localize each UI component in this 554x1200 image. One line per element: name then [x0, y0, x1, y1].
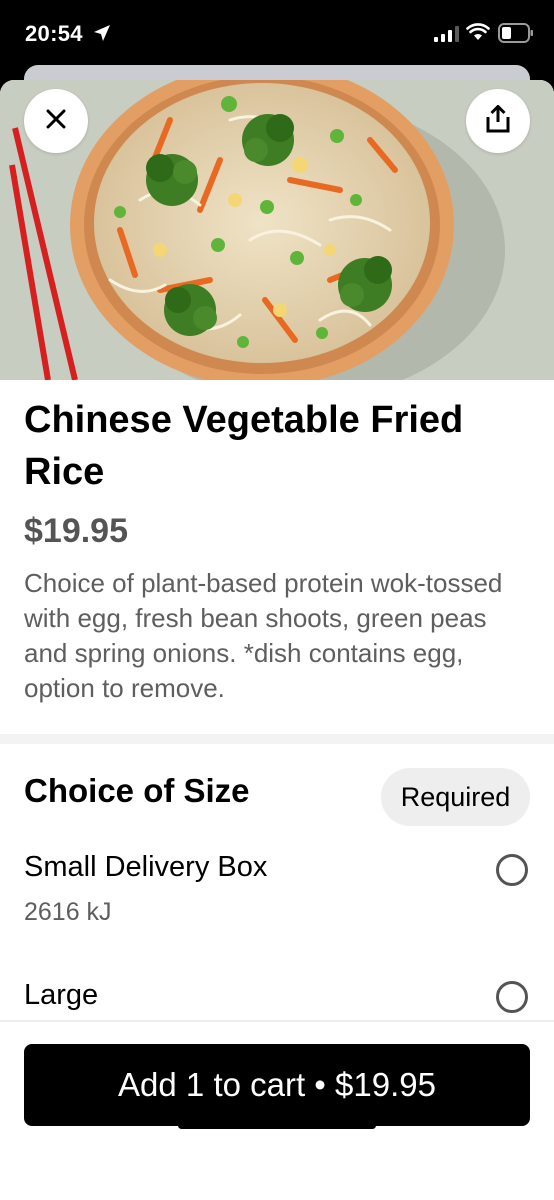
- option-label: Small Delivery Box: [24, 851, 268, 883]
- status-time: 20:54: [25, 21, 83, 46]
- battery-icon: [498, 23, 534, 48]
- item-photo: [0, 80, 554, 380]
- home-indicator: [178, 1122, 376, 1129]
- required-badge: Required: [381, 768, 530, 826]
- status-bar: 20:54: [0, 0, 554, 66]
- option-energy: 2616 kJ: [24, 898, 112, 926]
- item-description: Choice of plant-based protein wok-tossed…: [24, 568, 503, 703]
- radio-button[interactable]: [496, 854, 528, 886]
- item-detail-sheet: Chinese Vegetable Fried Rice $19.95 Choi…: [0, 80, 554, 1200]
- wifi-icon: [466, 23, 490, 46]
- cellular-signal-icon: [434, 26, 460, 47]
- share-button[interactable]: [466, 89, 530, 153]
- cart-footer: Add 1 to cart • $19.95: [0, 1020, 554, 1200]
- item-title: Chinese Vegetable Fried Rice: [24, 399, 464, 493]
- radio-button[interactable]: [496, 981, 528, 1013]
- close-icon: [44, 107, 68, 136]
- section-divider: [0, 734, 554, 744]
- close-button[interactable]: [24, 89, 88, 153]
- size-section-title: Choice of Size: [24, 772, 250, 809]
- location-arrow-icon: [93, 24, 111, 47]
- add-to-cart-button[interactable]: Add 1 to cart • $19.95: [24, 1044, 530, 1126]
- share-icon: [485, 103, 511, 138]
- option-label: Large: [24, 979, 99, 1011]
- item-price: $19.95: [24, 512, 128, 550]
